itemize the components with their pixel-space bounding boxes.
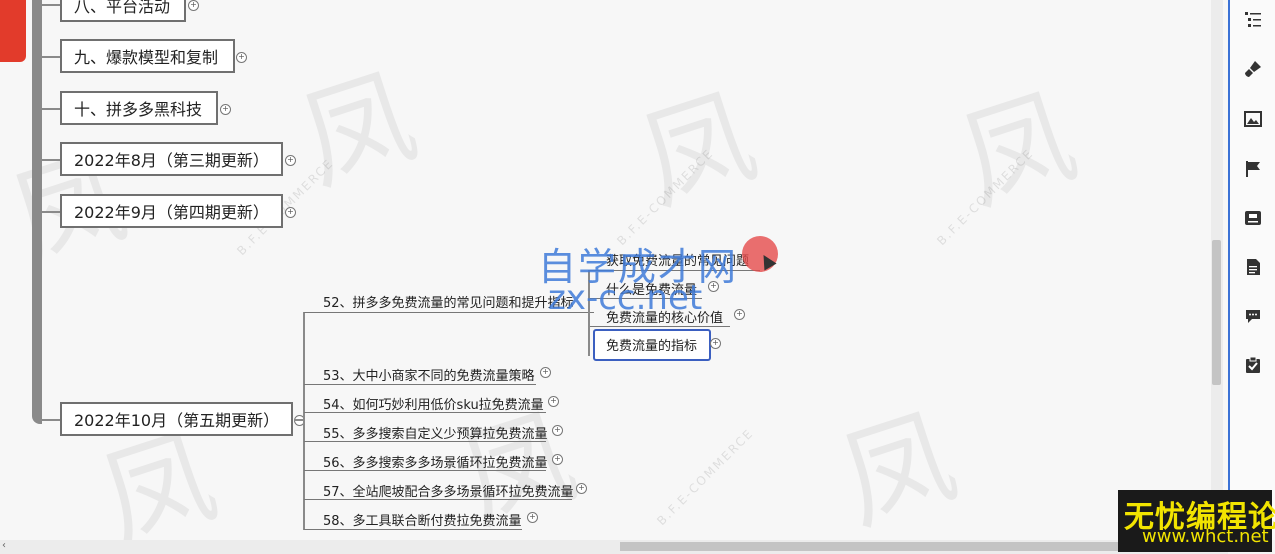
connector xyxy=(304,412,546,413)
paint-brush-icon[interactable] xyxy=(1244,60,1262,78)
connector xyxy=(304,499,572,500)
task-icon[interactable] xyxy=(1244,356,1262,374)
note-icon[interactable] xyxy=(1244,258,1262,276)
expand-icon[interactable]: + xyxy=(285,207,296,218)
topic-hot-model[interactable]: 九、爆款模型和复制 xyxy=(60,39,235,73)
root-topic-edge[interactable] xyxy=(0,0,26,62)
subtopic-53[interactable]: 53、大中小商家不同的免费流量策略 xyxy=(323,365,535,384)
outline-icon[interactable] xyxy=(1244,10,1262,28)
vertical-scrollbar-thumb[interactable] xyxy=(1212,240,1221,385)
expand-icon[interactable]: + xyxy=(285,155,296,166)
watermark-text: B.F.E-COMMERCE xyxy=(654,425,757,529)
connector xyxy=(42,108,60,110)
subtopic-58[interactable]: 58、多工具联合断付费拉免费流量 xyxy=(323,510,522,529)
expand-icon[interactable]: + xyxy=(548,396,559,407)
comment-icon[interactable] xyxy=(1244,307,1262,325)
expand-icon[interactable]: + xyxy=(734,309,745,320)
connector xyxy=(42,419,60,421)
expand-icon[interactable]: + xyxy=(188,0,199,11)
connector xyxy=(590,326,730,327)
text-style-icon[interactable] xyxy=(1244,209,1262,227)
expand-icon[interactable]: + xyxy=(552,425,563,436)
cursor-highlight xyxy=(742,236,778,272)
connector xyxy=(42,4,60,6)
connector xyxy=(294,419,304,421)
expand-icon[interactable]: + xyxy=(236,52,247,63)
expand-icon[interactable]: + xyxy=(576,483,587,494)
connector xyxy=(304,470,546,471)
subtopic-54[interactable]: 54、如何巧妙利用低价sku拉免费流量 xyxy=(323,394,544,413)
watermark-logo: 凤 xyxy=(286,51,431,208)
main-branch-line xyxy=(32,0,42,424)
connector xyxy=(304,441,546,442)
topic-2022-aug[interactable]: 2022年8月（第三期更新） xyxy=(60,142,283,176)
topic-platform-activity[interactable]: 八、平台活动 xyxy=(60,0,186,22)
topic-2022-sep[interactable]: 2022年9月（第四期更新） xyxy=(60,194,283,228)
connector xyxy=(42,211,60,213)
site-watermark-url: zx-cc.net xyxy=(548,278,703,318)
flag-icon[interactable] xyxy=(1244,160,1262,178)
connector xyxy=(304,384,536,385)
forum-badge: 无忧编程论坛 www.whct.net xyxy=(1118,490,1275,552)
expand-icon[interactable]: + xyxy=(552,454,563,465)
right-toolbar xyxy=(1228,0,1275,540)
connector xyxy=(304,529,522,530)
mindmap-canvas[interactable]: 凤 凤 凤 凤 凤 凤 凤 B.F.E-COMMERCE B.F.E-COMME… xyxy=(0,0,1228,540)
connector xyxy=(42,56,60,58)
subtopic-55[interactable]: 55、多多搜索自定义少预算拉免费流量 xyxy=(323,423,548,442)
connector xyxy=(303,312,305,530)
topic-2022-oct[interactable]: 2022年10月（第五期更新） xyxy=(60,402,293,436)
watermark-logo: 凤 xyxy=(946,71,1091,228)
horizontal-scrollbar-thumb[interactable] xyxy=(620,542,1180,551)
topic-black-tech[interactable]: 十、拼多多黑科技 xyxy=(60,91,218,125)
subsub-indicators[interactable]: 免费流量的指标 xyxy=(606,335,697,354)
subtopic-56[interactable]: 56、多多搜索多多场景循环拉免费流量 xyxy=(323,452,548,471)
image-icon[interactable] xyxy=(1244,110,1262,128)
watermark-text: B.F.E-COMMERCE xyxy=(614,145,717,249)
expand-icon[interactable]: + xyxy=(220,104,231,115)
subtopic-57[interactable]: 57、全站爬坡配合多多场景循环拉免费流量 xyxy=(323,481,574,500)
watermark-text: B.F.E-COMMERCE xyxy=(934,145,1037,249)
expand-icon[interactable]: + xyxy=(540,367,551,378)
scroll-left-arrow-icon[interactable]: ‹ xyxy=(2,540,6,551)
expand-icon[interactable]: + xyxy=(710,338,721,349)
watermark-logo: 凤 xyxy=(626,71,771,228)
subtopic-52[interactable]: 52、拼多多免费流量的常见问题和提升指标 xyxy=(323,292,574,311)
watermark-logo: 凤 xyxy=(826,391,971,540)
connector xyxy=(42,159,60,161)
badge-url: www.whct.net xyxy=(1142,526,1269,547)
expand-icon[interactable]: + xyxy=(527,512,538,523)
